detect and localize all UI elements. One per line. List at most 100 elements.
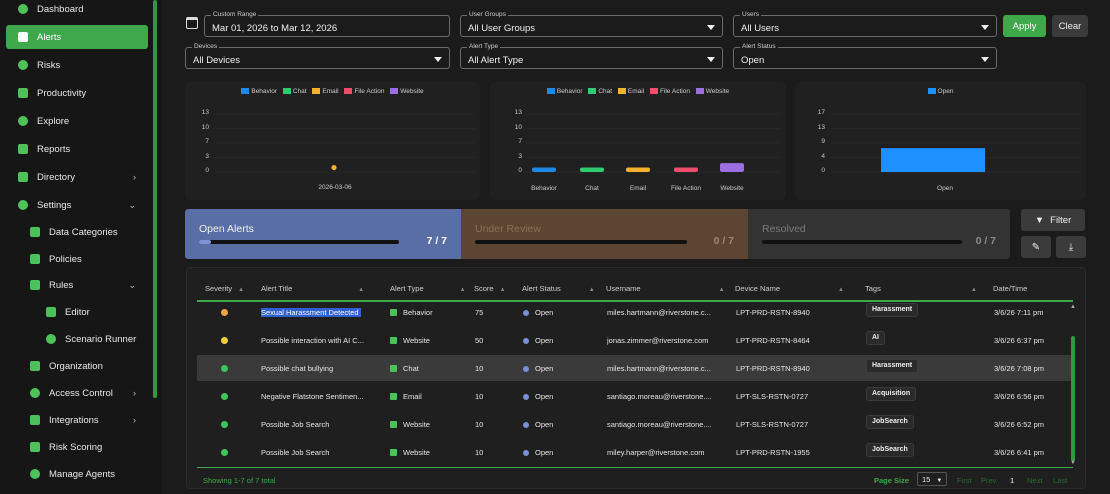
legend-item-file-action[interactable]: File Action [649,88,690,95]
col-alert-type[interactable]: Alert Type ▲ [390,284,466,293]
sidebar-item-integrations[interactable]: Integrations › [6,408,148,432]
legend-item-email[interactable]: Email [617,88,644,95]
alert-title[interactable]: Possible Job Search [261,448,386,457]
legend-item-open[interactable]: Open [927,88,953,95]
type-bar-plot [526,113,780,173]
sidebar-item-dashboard[interactable]: Dashboard [6,0,148,21]
sidebar-item-alerts[interactable]: Alerts [6,25,148,49]
table-row[interactable]: Possible Job Search Website 10 Open mile… [197,439,1071,465]
sort-icon: ▲ [459,287,466,293]
table-row[interactable]: Possible interaction with AI C... Websit… [197,327,1071,353]
sidebar-item-organization[interactable]: Organization [6,354,148,378]
page-size-value: 15 [922,475,931,484]
sort-icon: ▲ [499,287,506,293]
alert-title[interactable]: Possible chat bullying [261,364,386,373]
alert-title[interactable]: Possible interaction with AI C... [261,336,386,345]
sidebar-item-risks[interactable]: Risks [6,53,148,77]
progress-track [199,240,399,244]
sidebar-item-productivity[interactable]: Productivity [6,81,148,105]
first-page-button[interactable]: First [957,476,972,485]
report-icon [18,144,28,154]
filter-button[interactable]: ▼ Filter [1021,209,1085,231]
col-tags[interactable]: Tags ▲ [865,284,977,293]
calendar-icon[interactable] [186,17,198,29]
legend-item-chat[interactable]: Chat [282,88,307,95]
sidebar-item-rules[interactable]: Rules ⌄ [6,273,148,297]
sidebar-scrollbar[interactable] [153,0,157,398]
sidebar-item-directory[interactable]: Directory › [6,165,148,189]
prev-page-button[interactable]: Prev [981,476,996,485]
clear-button[interactable]: Clear [1052,15,1088,37]
legend-item-website[interactable]: Website [695,88,729,95]
sidebar-item-scenario-runner[interactable]: Scenario Runner [6,327,148,351]
sidebar-item-settings[interactable]: Settings ⌄ [6,193,148,217]
legend-item-email[interactable]: Email [312,88,339,95]
sidebar-item-policies[interactable]: Policies [6,247,148,271]
alert-title[interactable]: Negative Flatstone Sentimen... [261,392,386,401]
username: santiago.moreau@riverstone.... [607,392,712,401]
col-label: Alert Title [261,284,293,293]
user-groups-select[interactable]: User Groups All User Groups [460,11,723,37]
col-date-time[interactable]: Date/Time [993,284,1027,293]
col-severity[interactable]: Severity ▲ [205,284,244,293]
table-scrollbar[interactable] [1071,336,1075,461]
col-device-name[interactable]: Device Name ▲ [735,284,844,293]
page-size-select[interactable]: 15 ▼ [917,472,947,486]
status-card-review[interactable]: Under Review 0 / 7 [461,209,748,259]
date-range-field[interactable]: Custom Range Mar 01, 2026 to Mar 12, 202… [204,11,450,37]
alert-title[interactable]: Possible Job Search [261,420,386,429]
table-row[interactable]: Sexual Harassment Detected Behavior 75 O… [197,299,1071,325]
download-button[interactable]: ⤓ [1056,236,1086,258]
col-alert-status[interactable]: Alert Status ▲ [522,284,595,293]
legend-item-file-action[interactable]: File Action [344,88,384,95]
col-username[interactable]: Username ▲ [606,284,725,293]
col-label: Tags [865,284,881,293]
apply-button[interactable]: Apply [1003,15,1046,37]
sidebar-item-explore[interactable]: Explore [6,109,148,133]
scroll-down-icon[interactable]: ▼ [1070,460,1076,466]
alert-status-select[interactable]: Alert Status Open [733,43,997,69]
alert-status: Open [535,448,554,457]
legend-item-chat[interactable]: Chat [588,88,612,95]
table-row[interactable]: Possible Job Search Website 10 Open sant… [197,411,1071,437]
sidebar-item-access-control[interactable]: Access Control › [6,381,148,405]
col-label: Alert Status [522,284,561,293]
alert-type-select[interactable]: Alert Type All Alert Type [460,43,723,69]
col-label: Username [606,284,641,293]
sidebar-item-label: Reports [37,143,71,155]
table-row[interactable]: Negative Flatstone Sentimen... Email 10 … [197,383,1071,409]
status-card-resolved[interactable]: Resolved 0 / 7 [748,209,1010,259]
chevron-right-icon: › [133,172,136,182]
chart-card-by-status: Open 17 13 9 4 0 Open [795,82,1086,200]
status-card-open[interactable]: Open Alerts 7 / 7 [185,209,461,259]
caret-down-icon [707,25,715,30]
sidebar-item-manage-agents[interactable]: Manage Agents [6,462,148,486]
legend-item-website[interactable]: Website [390,88,424,95]
alert-status: Open [535,308,554,317]
users-select[interactable]: Users All Users [733,11,997,37]
alert-type: Website [403,336,430,345]
sidebar-item-reports[interactable]: Reports [6,137,148,161]
chat-icon [390,365,397,372]
x-tick: Chat [585,185,599,192]
current-page[interactable]: 1 [1010,476,1014,485]
edit-button[interactable]: ✎ [1021,236,1051,258]
last-page-button[interactable]: Last [1053,476,1067,485]
legend-item-behavior[interactable]: Behavior [241,88,277,95]
status-bar-plot [829,113,1081,173]
sidebar-item-risk-scoring[interactable]: Risk Scoring [6,435,148,459]
scroll-up-icon[interactable]: ▲ [1070,304,1076,310]
sidebar-item-data-categories[interactable]: Data Categories [6,220,148,244]
col-score[interactable]: Score ▲ [474,284,506,293]
sidebar-item-editor[interactable]: Editor [6,300,148,324]
alert-title[interactable]: Sexual Harassment Detected [261,308,361,317]
table-row[interactable]: Possible chat bullying Chat 10 Open mile… [197,355,1071,381]
devices-select[interactable]: Devices All Devices [185,43,450,69]
next-page-button[interactable]: Next [1027,476,1042,485]
filter-label: Filter [1050,214,1072,226]
alert-type: Behavior [403,308,433,317]
caret-down-icon [981,25,989,30]
legend-item-behavior[interactable]: Behavior [546,88,583,95]
col-alert-title[interactable]: Alert Title ▲ [261,284,364,293]
legend-swatch [546,88,555,94]
